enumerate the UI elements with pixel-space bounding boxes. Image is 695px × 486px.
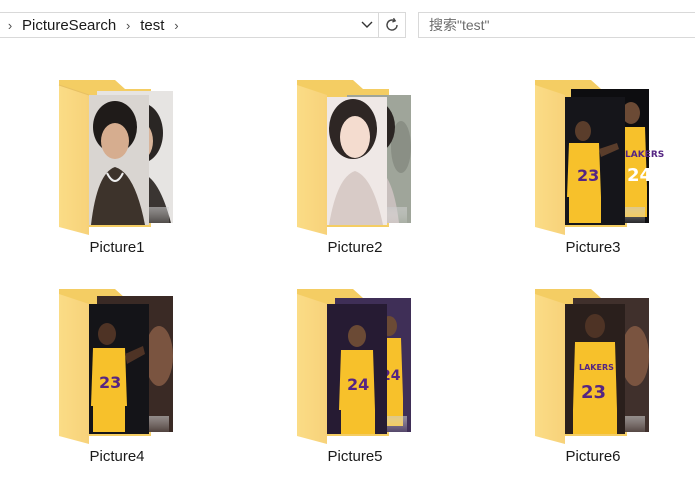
folder-item[interactable]: Picture2 bbox=[275, 77, 435, 272]
folder-icon: 24 24 bbox=[297, 289, 411, 444]
breadcrumb-picturesearch[interactable]: PictureSearch bbox=[22, 17, 116, 34]
explorer-toolbar: › PictureSearch › test › bbox=[0, 0, 695, 52]
svg-text:24: 24 bbox=[627, 165, 652, 186]
folder-label: Picture4 bbox=[89, 448, 145, 465]
folder-icon bbox=[297, 80, 411, 235]
svg-text:LAKERS: LAKERS bbox=[579, 363, 614, 372]
refresh-button[interactable] bbox=[378, 13, 405, 37]
chevron-down-icon bbox=[361, 21, 373, 28]
folder-label: Picture6 bbox=[565, 448, 621, 465]
svg-text:24: 24 bbox=[347, 375, 369, 394]
folder-item[interactable]: 24 24 Picture5 bbox=[275, 286, 435, 481]
folder-item[interactable]: LAKERS 24 23 Picture3 bbox=[513, 77, 673, 272]
folder-label: Picture2 bbox=[327, 239, 383, 256]
folder-label: Picture5 bbox=[327, 448, 383, 465]
address-history-button[interactable] bbox=[356, 13, 378, 37]
svg-text:23: 23 bbox=[581, 382, 606, 403]
folder-icon: 23 bbox=[59, 289, 173, 444]
address-bar[interactable]: › PictureSearch › test › bbox=[0, 12, 406, 38]
svg-text:23: 23 bbox=[577, 166, 599, 185]
folder-label: Picture1 bbox=[89, 239, 145, 256]
folder-item[interactable]: LAKERS 23 Picture6 bbox=[513, 286, 673, 481]
chevron-right-icon[interactable]: › bbox=[169, 18, 183, 33]
folder-icon: LAKERS 24 23 bbox=[535, 80, 664, 235]
svg-text:LAKERS: LAKERS bbox=[625, 150, 664, 160]
search-input[interactable] bbox=[429, 17, 689, 33]
folder-icon bbox=[58, 80, 173, 235]
search-box[interactable] bbox=[418, 12, 695, 38]
chevron-right-icon[interactable]: › bbox=[3, 18, 17, 33]
folder-item[interactable]: 23 Picture4 bbox=[37, 286, 197, 481]
svg-text:23: 23 bbox=[99, 373, 121, 392]
breadcrumb-test[interactable]: test bbox=[140, 17, 164, 34]
folder-label: Picture3 bbox=[565, 239, 621, 256]
folder-item[interactable]: Picture1 bbox=[37, 77, 197, 272]
refresh-icon bbox=[386, 17, 398, 31]
chevron-right-icon[interactable]: › bbox=[121, 18, 135, 33]
folder-icon: LAKERS 23 bbox=[535, 289, 649, 444]
